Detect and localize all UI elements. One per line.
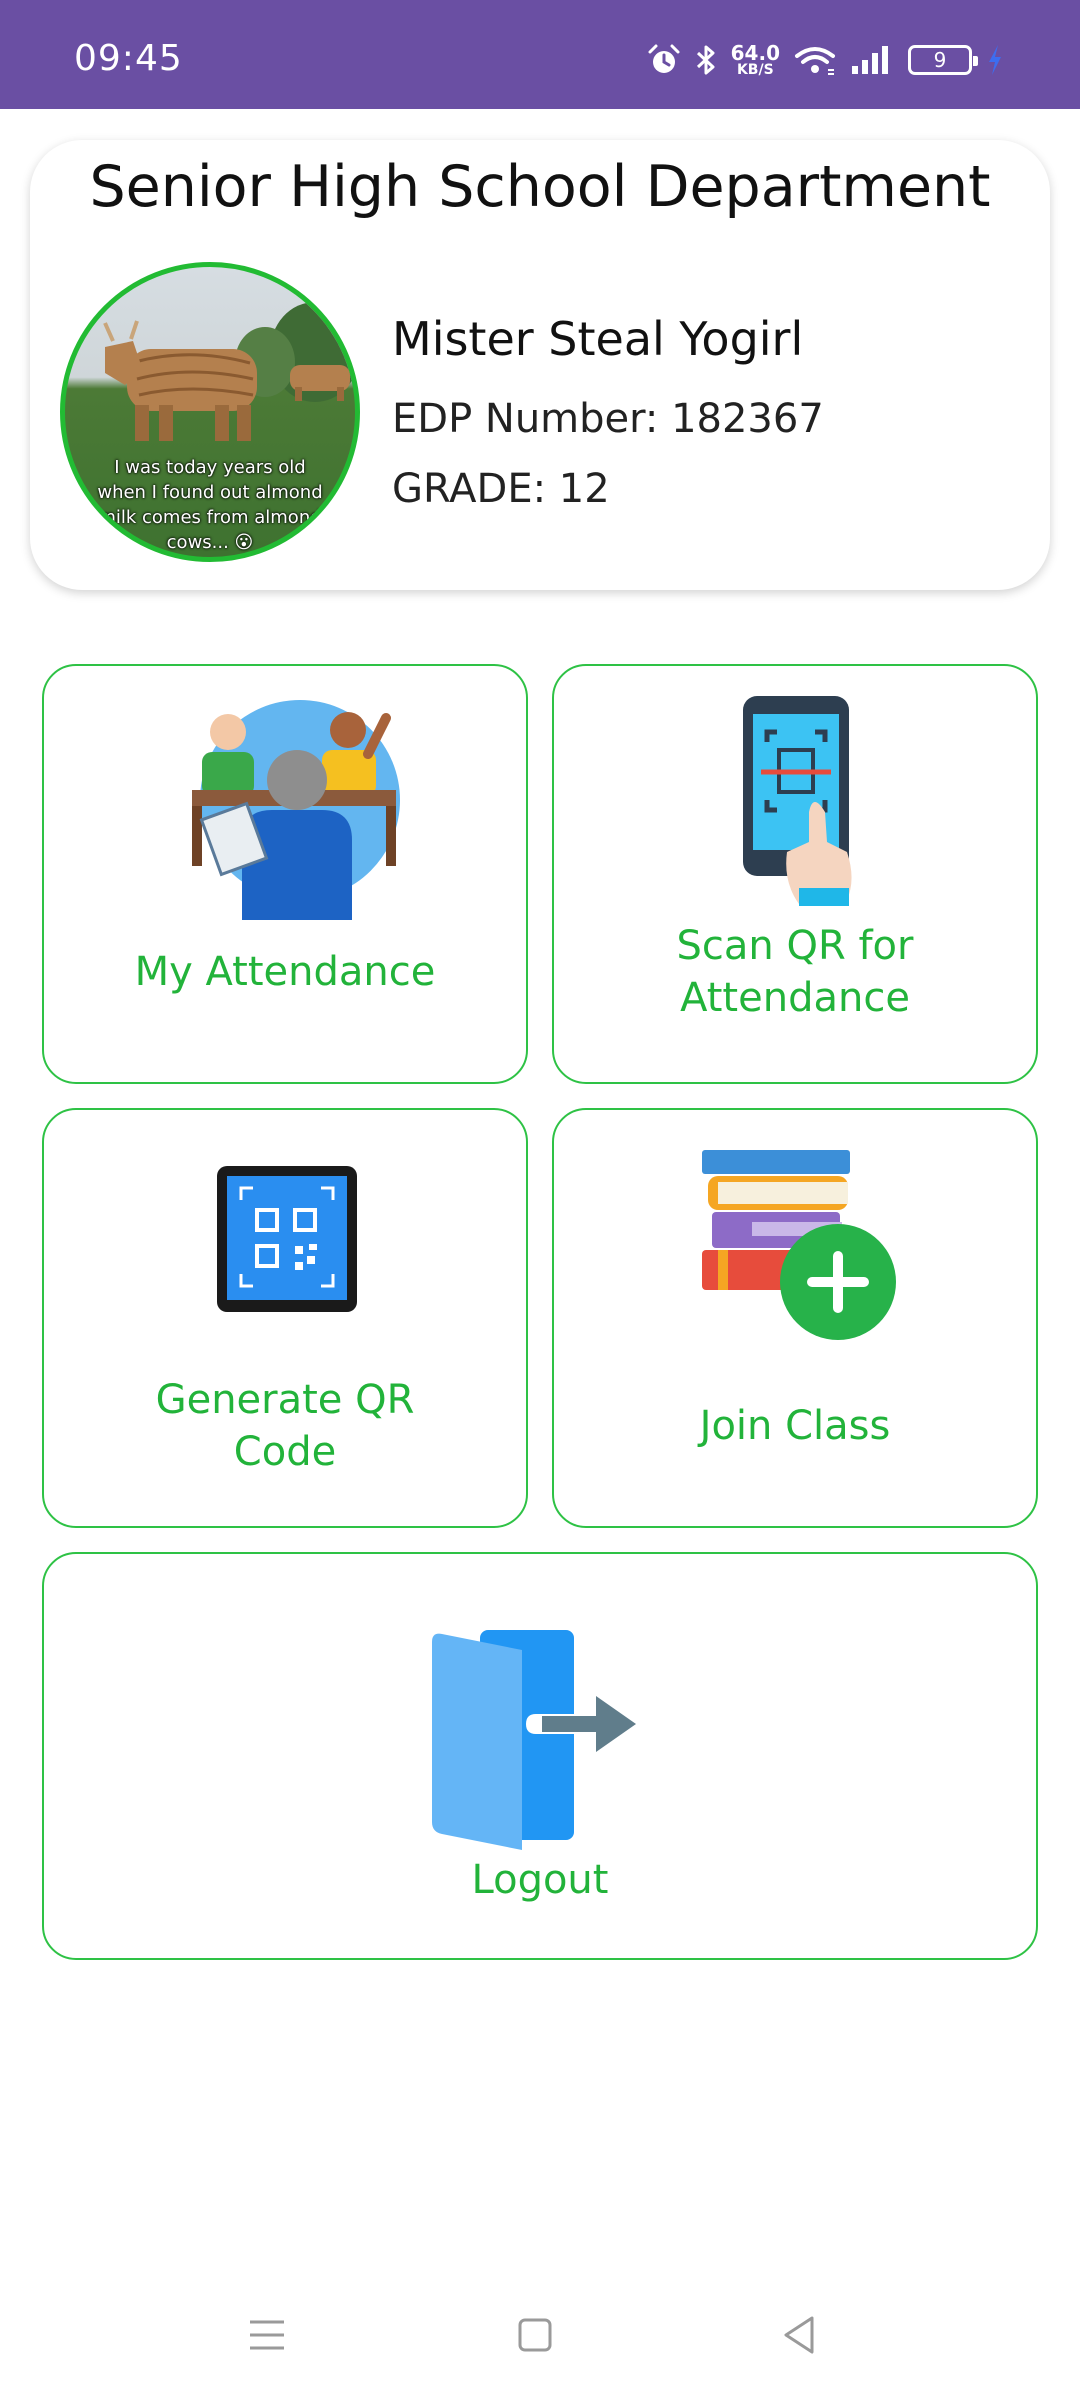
department-title: Senior High School Department bbox=[89, 154, 991, 220]
avatar-caption-line: I was today years old bbox=[114, 457, 306, 478]
back-triangle-icon[interactable] bbox=[776, 2310, 826, 2360]
generate-qr-button[interactable]: Generate QR Code bbox=[42, 1108, 528, 1528]
scan-qr-label-line-1: Scan QR for bbox=[676, 923, 914, 969]
profile-card: Senior High School Department I was toda… bbox=[30, 140, 1050, 590]
net-speed-value: 64.0 bbox=[730, 41, 780, 65]
student-name: Mister Steal Yogirl bbox=[392, 312, 804, 366]
scan-qr-phone-icon bbox=[743, 696, 852, 906]
join-class-label: Join Class bbox=[699, 1403, 891, 1449]
scan-qr-label: Scan QR for Attendance bbox=[554, 920, 1036, 1024]
status-time: 09:45 bbox=[74, 38, 183, 79]
generate-qr-label-line-2: Code bbox=[233, 1429, 337, 1475]
scan-qr-button[interactable]: Scan QR for Attendance bbox=[552, 664, 1038, 1084]
avatar-caption: I was today years old when I found out a… bbox=[65, 455, 355, 555]
logout-door-icon bbox=[432, 1630, 642, 1850]
generate-qr-label-line-1: Generate QR bbox=[155, 1377, 415, 1423]
net-speed: 64.0 KB/S bbox=[731, 43, 780, 77]
classroom-icon bbox=[192, 700, 400, 920]
wifi-icon bbox=[795, 47, 835, 75]
menu-icon[interactable] bbox=[242, 2310, 292, 2360]
avatar-caption-line: cows... 😮 bbox=[166, 532, 254, 553]
my-attendance-label: My Attendance bbox=[134, 949, 436, 995]
join-class-button[interactable]: Join Class bbox=[552, 1108, 1038, 1528]
logout-button[interactable]: Logout bbox=[42, 1552, 1038, 1960]
avatar-caption-line: milk comes from almond bbox=[98, 507, 322, 528]
battery-indicator: 9 bbox=[908, 45, 978, 75]
alarm-icon bbox=[648, 44, 680, 73]
my-attendance-button[interactable]: My Attendance bbox=[42, 664, 528, 1084]
signal-icon bbox=[852, 46, 888, 74]
net-speed-unit: KB/S bbox=[736, 62, 774, 78]
logout-label: Logout bbox=[471, 1857, 609, 1903]
avatar-caption-line: when I found out almond bbox=[97, 482, 323, 503]
charging-bolt-icon bbox=[989, 45, 1001, 75]
grade: GRADE: 12 bbox=[392, 466, 610, 512]
books-add-icon bbox=[702, 1150, 896, 1340]
home-square-icon[interactable] bbox=[510, 2310, 560, 2360]
avatar: I was today years old when I found out a… bbox=[60, 262, 360, 562]
generate-qr-label: Generate QR Code bbox=[44, 1374, 526, 1478]
status-bar: 09:45 64.0 KB/S 9 bbox=[0, 0, 1080, 109]
edp-number: EDP Number: 182367 bbox=[392, 396, 824, 442]
scan-qr-label-line-2: Attendance bbox=[680, 975, 910, 1021]
status-icons: 64.0 KB/S 9 bbox=[647, 38, 1004, 82]
bluetooth-icon bbox=[696, 45, 715, 75]
qr-code-icon bbox=[217, 1166, 357, 1312]
battery-level: 9 bbox=[933, 48, 947, 72]
